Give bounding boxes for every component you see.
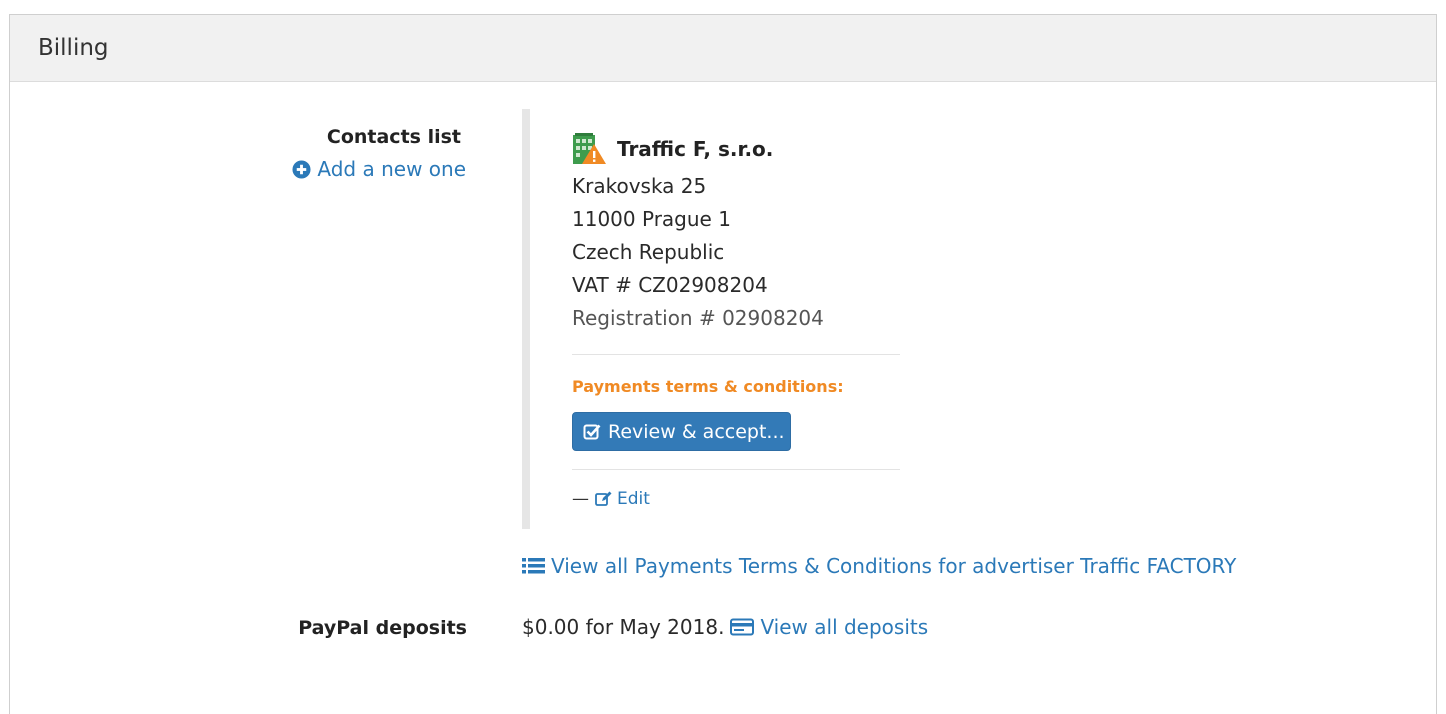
check-square-icon xyxy=(583,423,601,441)
paypal-deposits-label: PayPal deposits xyxy=(298,617,467,639)
address-city: 11000 Prague 1 xyxy=(572,207,731,231)
view-deposits-label: View all deposits xyxy=(760,615,929,639)
payment-terms-label: Payments terms & conditions: xyxy=(572,377,844,396)
add-contact-link[interactable]: Add a new one xyxy=(292,157,466,181)
panel-title: Billing xyxy=(38,35,109,61)
view-all-terms-link[interactable]: View all Payments Terms & Conditions for… xyxy=(522,554,1236,578)
edit-label: Edit xyxy=(617,489,650,509)
divider xyxy=(572,469,900,470)
paypal-amount: $0.00 for May 2018. xyxy=(522,615,725,639)
list-icon xyxy=(522,557,545,575)
contacts-list-label: Contacts list xyxy=(326,126,461,148)
contact-card: Traffic F, s.r.o. Krakovska 25 11000 Pra… xyxy=(522,109,902,529)
panel-header: Billing xyxy=(10,15,1436,82)
address-street: Krakovska 25 xyxy=(572,174,707,198)
address-country: Czech Republic xyxy=(572,240,725,264)
review-accept-button[interactable]: Review & accept... xyxy=(572,412,791,451)
building-icon xyxy=(572,132,607,165)
paypal-deposits-row: $0.00 for May 2018. View all deposits xyxy=(522,615,928,639)
vat-number: VAT # CZ02908204 xyxy=(572,273,768,297)
edit-icon xyxy=(595,491,612,507)
add-contact-label: Add a new one xyxy=(317,157,466,181)
view-all-terms-label: View all Payments Terms & Conditions for… xyxy=(551,554,1237,578)
edit-row: — Edit xyxy=(572,489,650,509)
registration-number: Registration # 02908204 xyxy=(572,306,824,330)
divider xyxy=(572,354,900,355)
company-name: Traffic F, s.r.o. xyxy=(617,136,774,161)
billing-panel: Billing Contacts list Add a new one Traf… xyxy=(9,14,1437,714)
edit-link[interactable]: Edit xyxy=(595,489,650,509)
credit-card-icon xyxy=(730,618,755,636)
review-accept-label: Review & accept... xyxy=(608,420,785,443)
view-deposits-link[interactable]: View all deposits xyxy=(730,615,928,639)
contact-header: Traffic F, s.r.o. xyxy=(572,132,773,165)
edit-prefix: — xyxy=(572,489,589,509)
plus-circle-icon xyxy=(292,159,311,179)
